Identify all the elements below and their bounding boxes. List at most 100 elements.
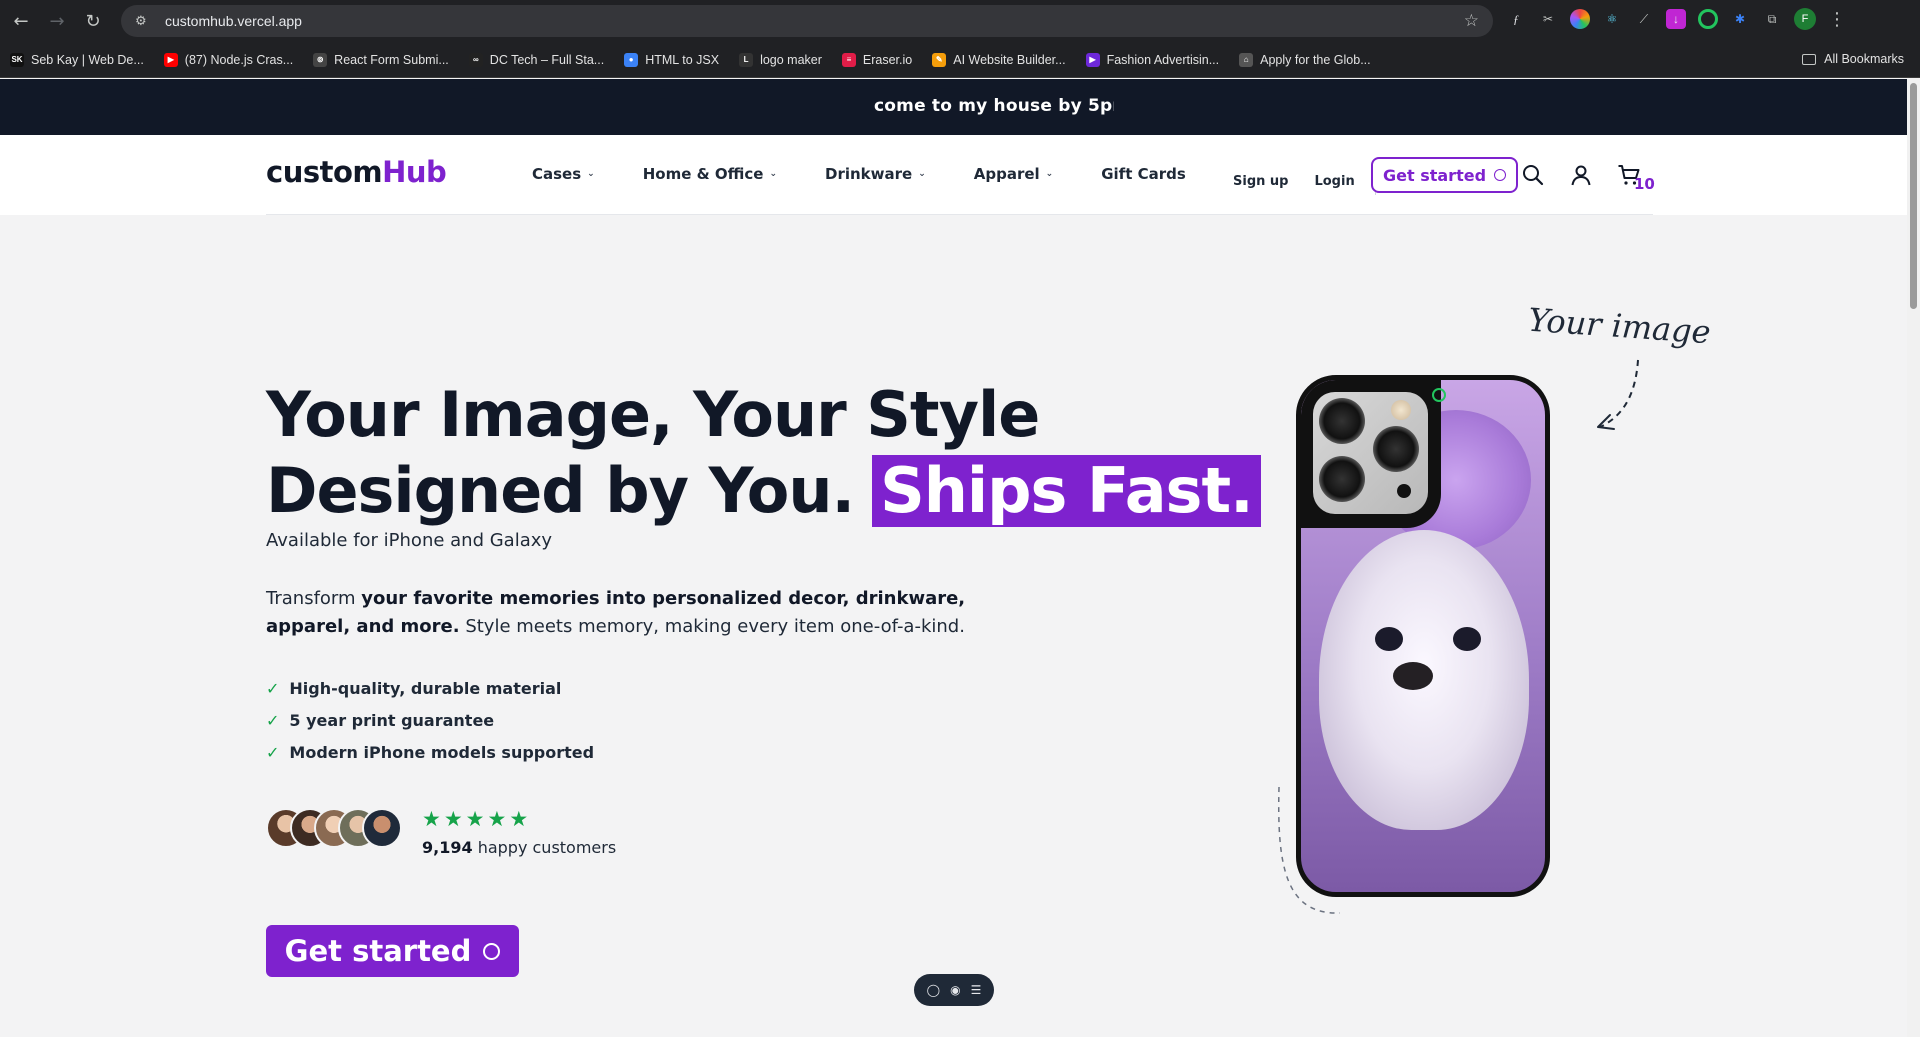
login-link[interactable]: Login [1314, 174, 1354, 189]
scrollbar-thumb[interactable] [1910, 83, 1917, 309]
back-icon[interactable]: ← [6, 6, 36, 36]
nav-item-apparel[interactable]: Apparel ⌄ [974, 165, 1053, 183]
bookmark-favicon-icon: ● [624, 52, 639, 67]
profile-avatar[interactable]: F [1794, 8, 1816, 30]
bookmark-item[interactable]: ⊚ React Form Submi... [313, 52, 449, 67]
bookmark-item[interactable]: ▶ Fashion Advertisin... [1085, 52, 1220, 67]
forward-icon[interactable]: → [42, 6, 72, 36]
extensions-menu-icon[interactable]: ⧉ [1762, 9, 1782, 29]
address-url[interactable]: customhub.vercel.app [165, 13, 302, 29]
bookmarks-bar: SK Seb Kay | Web De... ▶ (87) Node.js Cras.… [0, 42, 1920, 78]
bookmark-label: Apply for the Glob... [1260, 52, 1371, 67]
bookmark-item[interactable]: ⌂ Apply for the Glob... [1239, 52, 1371, 67]
hero-section: Your Image, Your Style Designed by You. … [0, 215, 1920, 1037]
bookmark-label: (87) Node.js Cras... [184, 52, 294, 67]
logo-part-hub: Hub [382, 155, 447, 189]
nav-item-gift-cards[interactable]: Gift Cards [1101, 165, 1186, 183]
annotation-arrow-icon [1277, 359, 1639, 914]
page-scrollbar[interactable] [1907, 79, 1920, 1037]
all-bookmarks-button[interactable]: All Bookmarks [1802, 52, 1904, 66]
bookmark-favicon-icon: ≡ [841, 52, 856, 67]
menu-lines-icon[interactable]: ☰ [971, 983, 982, 997]
camera-lens [1319, 398, 1365, 444]
bookmark-favicon-icon: ▶ [163, 52, 178, 67]
nav-item-label: Gift Cards [1101, 165, 1186, 183]
nav-item-label: Cases [532, 165, 582, 183]
eye-icon[interactable]: ◉ [950, 983, 960, 997]
floating-toolbar: ◯ ◉ ☰ [914, 974, 994, 1006]
bookmark-item[interactable]: ● HTML to JSX [624, 52, 720, 67]
nav-item-label: Apparel [973, 165, 1040, 183]
bookmark-label: logo maker [760, 52, 822, 67]
nav-item-label: Drinkware [825, 165, 913, 183]
bookmark-label: DC Tech – Full Sta... [489, 52, 605, 67]
chevron-down-icon: ⌄ [587, 169, 595, 179]
nav-item-label: Home & Office [642, 165, 764, 183]
bookmark-star-icon[interactable]: ☆ [1464, 11, 1479, 31]
external-arrow-icon [1494, 169, 1507, 181]
target-extension-icon[interactable] [1698, 9, 1718, 29]
bookmark-label: HTML to JSX [645, 52, 720, 67]
scissors-extension-icon[interactable]: ✂ [1538, 9, 1558, 29]
pen-extension-icon[interactable]: ⟋ [1634, 9, 1654, 29]
chevron-down-icon: ⌄ [1045, 169, 1054, 179]
bookmark-favicon-icon: ⌂ [1239, 52, 1254, 67]
camera-sensor [1397, 484, 1411, 498]
phone-case-preview [1296, 375, 1550, 897]
puzzle-blue-extension-icon[interactable]: ✱ [1730, 9, 1750, 29]
camera-lens [1319, 456, 1365, 502]
color-extension-icon[interactable] [1570, 9, 1590, 29]
bookmark-item[interactable]: ∞ DC Tech – Full Sta... [468, 52, 605, 67]
address-bar[interactable]: ⚙ customhub.vercel.app ☆ [121, 5, 1493, 37]
fx-extension-icon[interactable]: ƒ [1506, 9, 1526, 29]
search-icon[interactable] [1521, 163, 1545, 187]
chevron-down-icon: ⌄ [769, 169, 777, 179]
bookmark-favicon-icon: ∞ [468, 52, 483, 67]
bookmark-favicon-icon: ▶ [1085, 52, 1100, 67]
bookmark-label: Fashion Advertisin... [1106, 52, 1220, 67]
signup-link[interactable]: Sign up [1233, 174, 1288, 189]
all-bookmarks-label: All Bookmarks [1824, 52, 1904, 66]
header-get-started-label: Get started [1383, 165, 1487, 185]
camera-indicator-icon [1432, 388, 1446, 402]
extensions-tray: ƒ ✂ ⚛ ⟋ ↓ ✱ ⧉ F ⋮ [1506, 8, 1846, 30]
logo[interactable]: customHub [266, 155, 447, 189]
bookmark-item[interactable]: SK Seb Kay | Web De... [10, 52, 144, 67]
puppy-eye [1453, 627, 1481, 651]
reload-icon[interactable]: ↻ [78, 6, 108, 36]
camera-lens [1373, 426, 1419, 472]
header-get-started-button[interactable]: Get started [1371, 157, 1519, 193]
bookmark-label: Eraser.io [862, 52, 913, 67]
puppy-nose [1393, 662, 1433, 690]
browser-menu-icon[interactable]: ⋮ [1828, 9, 1846, 30]
nav-item-home-office[interactable]: Home & Office ⌄ [643, 165, 777, 183]
auth-links: Sign up Login [1233, 167, 1384, 195]
download-extension-icon[interactable]: ↓ [1666, 9, 1686, 29]
announcement-text: come to my house by 5pm toda [874, 96, 1114, 116]
camera-plate [1313, 392, 1428, 514]
bookmark-favicon-icon: ⊚ [313, 52, 328, 67]
chevron-down-icon: ⌄ [918, 169, 926, 179]
camera-flash [1391, 400, 1411, 420]
nav-item-drinkware[interactable]: Drinkware ⌄ [825, 165, 926, 183]
browser-toolbar: ← → ↻ ⚙ customhub.vercel.app ☆ ƒ ✂ ⚛ ⟋ ↓… [0, 0, 1920, 42]
bookmark-label: Seb Kay | Web De... [31, 52, 144, 67]
bookmark-item[interactable]: ≡ Eraser.io [841, 52, 913, 67]
cart-count-badge[interactable]: 10 [1634, 175, 1655, 193]
main-nav: Cases ⌄ Home & Office ⌄ Drinkware ⌄ Apparel ⌄ Gi… [532, 165, 1234, 183]
bookmark-favicon-icon: SK [10, 52, 24, 67]
bookmark-item[interactable]: Llogo maker [739, 52, 822, 67]
nav-item-cases[interactable]: Cases ⌄ [532, 165, 595, 183]
bookmark-item[interactable]: ✎ AI Website Builder... [932, 52, 1066, 67]
comment-icon[interactable]: ◯ [927, 983, 940, 997]
site-header: customHub Cases ⌄ Home & Office ⌄ Drinkware ⌄… [0, 135, 1920, 215]
logo-part-custom: custom [266, 155, 383, 189]
bookmark-label: React Form Submi... [334, 52, 449, 67]
user-icon[interactable] [1569, 163, 1593, 187]
bookmark-item[interactable]: ▶ (87) Node.js Cras... [163, 52, 294, 67]
react-devtools-icon[interactable]: ⚛ [1602, 9, 1622, 29]
announcement-bar: come to my house by 5pm toda [0, 79, 1920, 135]
puppy-eye [1375, 627, 1403, 651]
site-settings-icon[interactable]: ⚙ [135, 14, 157, 29]
camera-module [1301, 380, 1441, 528]
